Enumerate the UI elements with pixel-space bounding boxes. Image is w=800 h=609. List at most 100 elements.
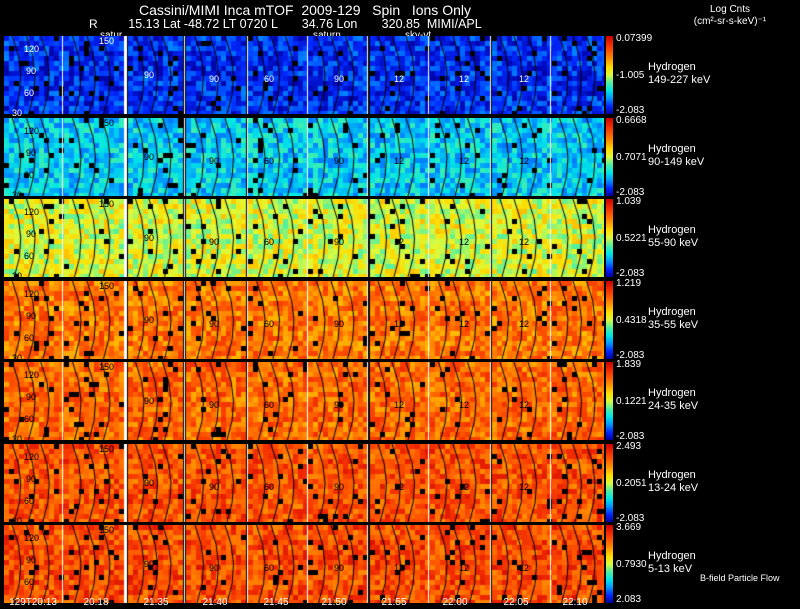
contour-label: 90 [26, 229, 37, 239]
contour-label: 60 [264, 400, 275, 410]
contour-label: 60 [264, 318, 275, 329]
spectrogram-image [4, 36, 604, 114]
contour-label: 90 [334, 563, 345, 573]
panel-6 [4, 443, 604, 522]
species-label: Hydrogen 55-90 keV [648, 224, 698, 250]
contour-label: 90 [144, 477, 155, 488]
contour-label: 90 [334, 400, 345, 410]
spectrogram-image [4, 199, 604, 277]
contour-label: 90 [26, 310, 37, 321]
color-scale-mid: 0.5221 [616, 233, 647, 244]
contour-label: 30 [12, 108, 23, 118]
contour-label: 60 [264, 563, 275, 573]
time-tick-label: 21:35 [143, 597, 169, 608]
color-scale-bar [606, 117, 613, 196]
contour-label: 30 [12, 434, 23, 444]
contour-label: 30 [12, 271, 23, 281]
spectrogram-image [4, 362, 604, 440]
contour-label: 120 [24, 125, 40, 136]
energy-range: 13-24 keV [648, 481, 699, 494]
units-label-2: (cm²-sr-s-keV)⁻¹ [693, 16, 767, 27]
species-label: Hydrogen 35-55 keV [648, 306, 698, 332]
spectrogram-image [4, 280, 604, 359]
energy-range: 55-90 keV [648, 237, 699, 249]
contour-label: 60 [24, 577, 35, 587]
species-name: Hydrogen [648, 61, 696, 73]
color-scale-bar [606, 443, 613, 522]
color-scale-min: 2.083 [616, 594, 642, 605]
time-tick-label: 20:18 [83, 597, 109, 608]
contour-label: 12 [394, 400, 405, 410]
contour-label: 90 [209, 74, 220, 84]
contour-label: 120 [24, 44, 40, 54]
color-scale-max: 1.039 [616, 196, 642, 207]
contour-label: 150 [99, 199, 115, 209]
panel-5 [4, 362, 604, 440]
contour-label: 12 [459, 318, 470, 329]
footer-label: B-field Particle Flow [700, 573, 780, 583]
panel-3 [4, 199, 604, 277]
spectrogram-image [4, 117, 604, 196]
contour-label: 90 [144, 314, 155, 325]
contour-label: 12 [459, 563, 470, 573]
contour-label: 120 [24, 207, 40, 217]
contour-label: 150 [99, 443, 115, 454]
contour-label: 12 [459, 155, 470, 166]
species-name: Hydrogen [648, 142, 696, 155]
species-label: Hydrogen 24-35 keV [648, 387, 698, 413]
time-tick-label: 22:05 [503, 597, 529, 608]
units-header: Log Cnts (cm²-sr-s-keV)⁻¹ [670, 4, 790, 28]
contour-label: 12 [459, 237, 470, 247]
species-name: Hydrogen [648, 305, 696, 318]
contour-label: 150 [99, 525, 115, 535]
contour-label: 120 [24, 533, 40, 543]
panel-2 [4, 117, 604, 196]
contour-label: 90 [209, 318, 220, 329]
species-name: Hydrogen [648, 468, 696, 481]
color-scale-bar [606, 280, 613, 359]
contour-label: 90 [26, 473, 37, 484]
contour-label: 90 [334, 481, 345, 492]
contour-label: 60 [264, 74, 275, 84]
time-tick-label: 21:45 [263, 597, 289, 608]
contour-label: 60 [24, 251, 35, 261]
contour-label: 90 [144, 151, 155, 162]
contour-label: 120 [24, 370, 40, 380]
contour-label: 60 [24, 414, 35, 424]
contour-label: 12 [394, 74, 405, 84]
contour-label: 90 [144, 396, 155, 406]
species-label: Hydrogen 13-24 keV [648, 469, 698, 495]
contour-label: 12 [394, 481, 405, 492]
contour-label: 12 [459, 481, 470, 492]
contour-label: 90 [334, 237, 345, 247]
contour-label: 120 [24, 288, 40, 299]
time-tick-label: 22:10 [562, 597, 588, 608]
color-scale-max: 1.839 [616, 359, 642, 370]
contour-label: 12 [394, 155, 405, 166]
contour-label: 12 [519, 481, 530, 492]
energy-range: 90-149 keV [648, 155, 705, 168]
contour-label: 60 [264, 237, 275, 247]
color-scale-max: 3.669 [616, 522, 642, 533]
contour-label: 60 [24, 332, 35, 343]
contour-label: 90 [26, 555, 37, 565]
units-label: Log Cnts [709, 4, 751, 15]
contour-label: 60 [264, 155, 275, 166]
contour-label: 12 [394, 237, 405, 247]
contour-label: 12 [519, 318, 530, 329]
contour-label: 12 [519, 400, 530, 410]
contour-label: 60 [24, 169, 35, 180]
color-scale-max: 0.07399 [616, 33, 653, 44]
color-scale-mid: 0.4318 [616, 314, 647, 326]
color-scale-bar [606, 525, 613, 603]
contour-label: 120 [24, 451, 40, 462]
energy-range: 5-13 keV [648, 563, 693, 575]
color-scale-max: 1.219 [616, 277, 642, 289]
contour-label: 90 [26, 66, 37, 76]
color-scale-mid: 0.7071 [616, 151, 647, 163]
time-tick-label: 21:40 [202, 597, 228, 608]
contour-label: 60 [264, 481, 275, 492]
species-name: Hydrogen [648, 387, 696, 399]
contour-label: 150 [99, 117, 115, 128]
contour-label: 90 [144, 233, 155, 243]
